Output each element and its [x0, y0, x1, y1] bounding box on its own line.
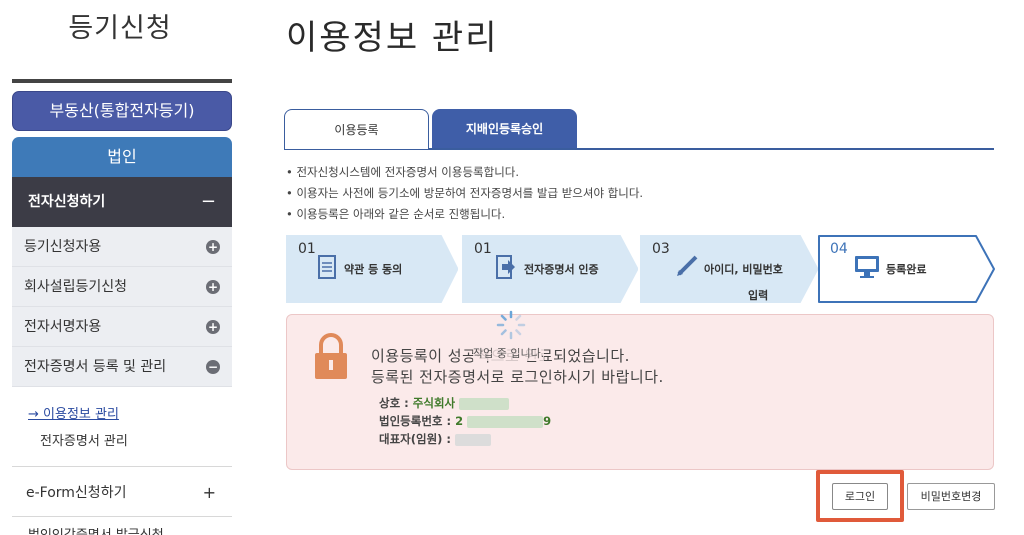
expand-icon[interactable]: + [203, 472, 216, 514]
sidebar-item-eform[interactable]: e-Form신청하기 + [12, 472, 232, 514]
company-label: 상호 : [379, 396, 413, 410]
sidebar-divider [12, 79, 232, 83]
submenu-usage-info[interactable]: → 이용정보 관리 [28, 403, 119, 422]
realestate-button[interactable]: 부동산(통합전자등기) [12, 91, 232, 131]
step-id-password: 03 아이디, 비밀번호 입력 [640, 235, 818, 303]
sidebar-item-label: 등기신청자용 [24, 239, 102, 255]
sidebar-item-certificate[interactable]: 전자증명서 등록 및 관리 − [12, 347, 232, 387]
sidebar-item-signer[interactable]: 전자서명자용 + [12, 307, 232, 347]
sidebar-item-label: e-Form신청하기 [26, 485, 127, 501]
instruction-list: • 전자신청시스템에 전자증명서 이용등록합니다. • 이용자는 사전에 등기소… [286, 162, 643, 225]
sidebar-brand-title: 등기신청 [68, 13, 172, 44]
step-label: 약관 등 동의 [344, 263, 403, 276]
expand-icon[interactable]: + [206, 280, 220, 294]
instruction-item: • 전자신청시스템에 전자증명서 이용등록합니다. [286, 165, 520, 179]
sidebar-section-electronic-application[interactable]: 전자신청하기 − [12, 177, 232, 227]
collapse-icon[interactable]: − [206, 360, 220, 374]
redacted-block [455, 433, 492, 446]
step-number: 04 [830, 241, 848, 257]
step-certificate-auth: 01 전자증명서 인증 [462, 235, 638, 303]
sidebar-item-applicant[interactable]: 등기신청자용 + [12, 227, 232, 267]
step-agree-terms: 01 약관 등 동의 [286, 235, 458, 303]
sidebar-item-seal-certificate[interactable]: 법인인감증명서 발급신청 [28, 524, 164, 535]
redacted-block [459, 397, 510, 410]
login-instruction: 등록된 전자증명서로 로그인하시기 바랍니다. [371, 368, 664, 386]
step-label: 전자증명서 인증 [524, 263, 599, 276]
tab-usage-registration[interactable]: 이용등록 [284, 109, 429, 149]
regno-suffix: 9 [543, 414, 552, 428]
corp-button[interactable]: 법인 [12, 137, 232, 177]
login-button[interactable]: 로그인 [832, 483, 888, 510]
lock-icon [313, 333, 349, 385]
progress-steps: 01 약관 등 동의 01 전자증명서 인증 03 아이디, 비밀번호 입력 0… [286, 235, 996, 303]
loading-spinner-icon [495, 309, 527, 345]
submenu-certificate-management[interactable]: 전자증명서 관리 [40, 430, 128, 449]
company-name-row: 상호 : 주식회사 [379, 395, 510, 411]
loading-text: 작업 중 입니다. [473, 345, 545, 361]
result-panel: 이용등록이 성공적으로 완료되었습니다. 등록된 전자증명서로 로그인하시기 바… [286, 310, 994, 470]
regno-prefix: 2 [455, 414, 464, 428]
collapse-icon[interactable]: − [201, 177, 216, 227]
expand-icon[interactable]: + [206, 240, 220, 254]
sidebar-submenu: → 이용정보 관리 전자증명서 관리 [12, 387, 232, 465]
step-label: 등록완료 [886, 263, 927, 276]
expand-icon[interactable]: + [206, 320, 220, 334]
sidebar-separator [12, 466, 232, 467]
company-value: 주식회사 [412, 396, 456, 410]
sidebar-item-label: 회사설립등기신청 [24, 279, 128, 295]
representative-row: 대표자(임원) : [379, 431, 492, 447]
change-password-button[interactable]: 비밀번호변경 [907, 483, 995, 510]
sidebar-separator [12, 516, 232, 517]
step-number: 01 [298, 241, 316, 257]
step-number: 01 [474, 241, 492, 257]
sidebar-item-label: 전자서명자용 [24, 319, 102, 335]
page-title: 이용정보 관리 [286, 18, 499, 58]
regno-label: 법인등록번호 : [379, 414, 456, 428]
representative-label: 대표자(임원) : [379, 432, 456, 446]
tab-manager-approval[interactable]: 지배인등록승인 [432, 109, 577, 149]
sidebar: 등기신청 부동산(통합전자등기) 법인 전자신청하기 − 등기신청자용 + 회사… [0, 0, 240, 535]
step-number: 03 [652, 241, 670, 257]
step-label: 아이디, 비밀번호 [704, 263, 783, 276]
step-label-line2: 입력 [748, 289, 769, 302]
registration-number-row: 법인등록번호 : 2 9 [379, 413, 551, 429]
tab-bar: 이용등록 지배인등록승인 [284, 109, 994, 149]
sidebar-item-company-setup[interactable]: 회사설립등기신청 + [12, 267, 232, 307]
step-complete: 04 등록완료 [818, 235, 996, 303]
sidebar-section-label: 전자신청하기 [28, 194, 106, 210]
instruction-item: • 이용자는 사전에 등기소에 방문하여 전자증명서를 발급 받으셔야 합니다. [286, 186, 644, 200]
instruction-item: • 이용등록은 아래와 같은 순서로 진행됩니다. [286, 207, 506, 221]
redacted-block [467, 415, 544, 428]
sidebar-item-label: 전자증명서 등록 및 관리 [24, 359, 167, 375]
